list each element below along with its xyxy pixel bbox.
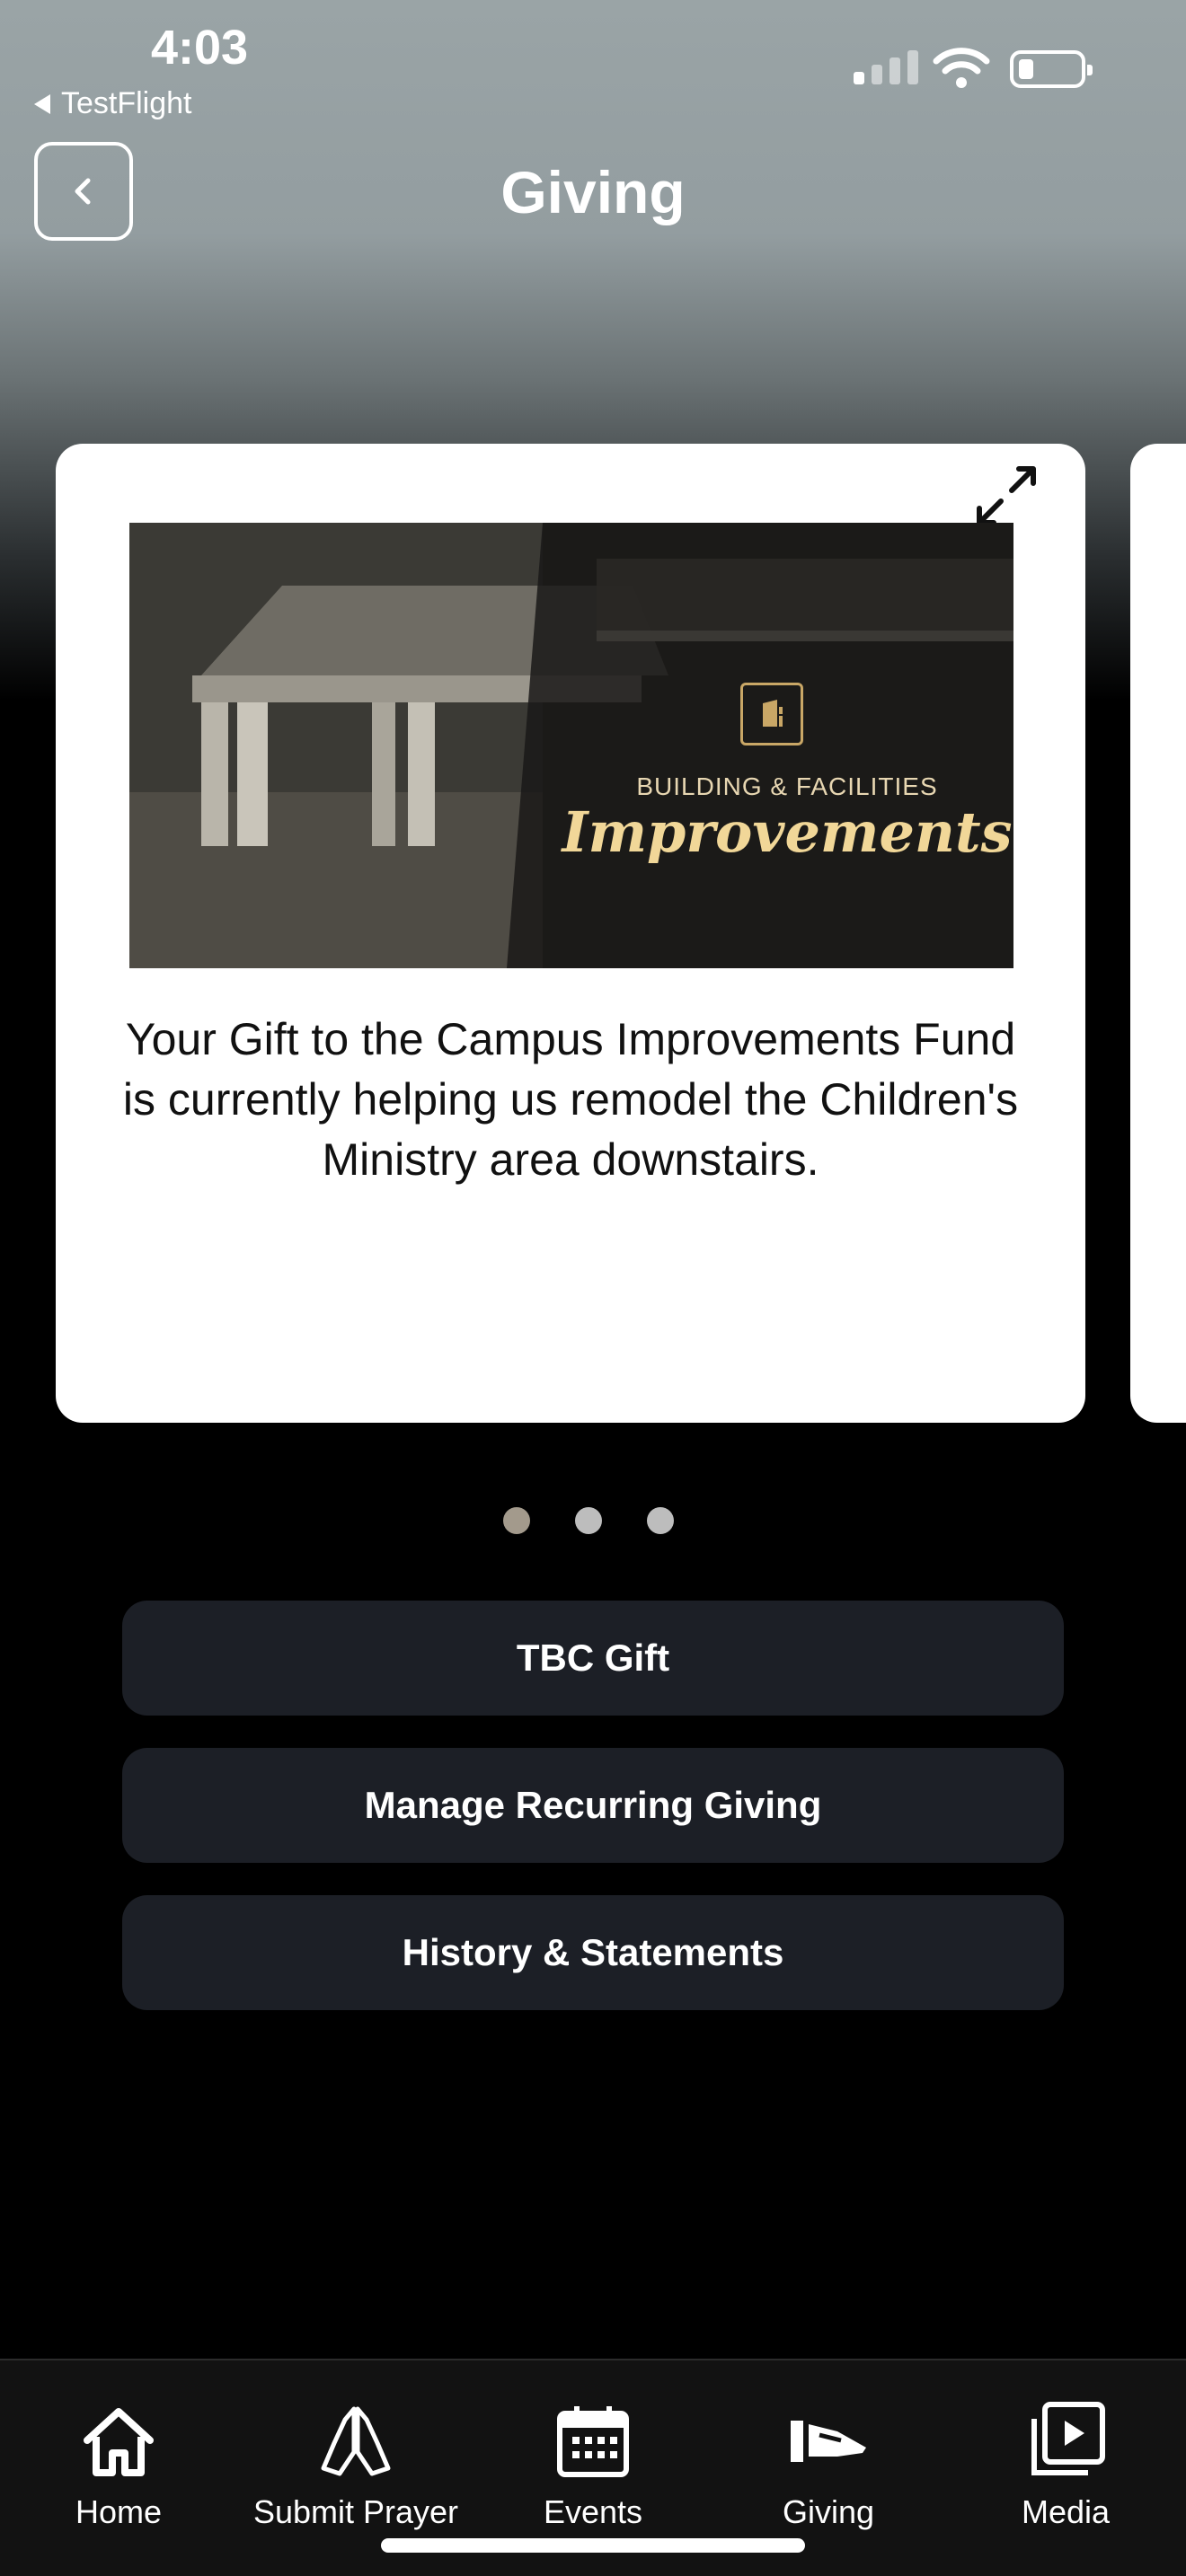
media-play-icon (1031, 2402, 1105, 2475)
page-title: Giving (500, 159, 686, 225)
history-statements-button[interactable]: History & Statements (122, 1895, 1064, 2010)
giving-slide-card[interactable]: BUILDING & FACILITIES Improvements Your … (56, 444, 1085, 1423)
back-to-app-link[interactable]: TestFlight (34, 86, 192, 121)
banner-title: Improvements (562, 799, 1013, 865)
banner-subtitle: BUILDING & FACILITIES (636, 772, 938, 800)
cellular-signal-icon (854, 50, 918, 84)
wifi-icon (933, 48, 990, 88)
back-app-label: TestFlight (61, 86, 192, 120)
tab-events[interactable]: Events (485, 2396, 701, 2531)
tab-submit-prayer[interactable]: Submit Prayer (248, 2396, 464, 2531)
next-slide-card[interactable] (1130, 444, 1186, 1423)
banner-image: BUILDING & FACILITIES Improvements (129, 523, 1013, 968)
tab-giving[interactable]: Giving (721, 2396, 936, 2531)
tbc-gift-button[interactable]: TBC Gift (122, 1601, 1064, 1716)
tab-media[interactable]: Media (958, 2396, 1173, 2531)
tab-label: Events (543, 2493, 643, 2530)
slide-description: Your Gift to the Campus Improvements Fun… (122, 1014, 1019, 1185)
church-logo (740, 683, 803, 745)
building-photo (129, 523, 1013, 968)
back-triangle-icon (34, 93, 50, 114)
calendar-icon (557, 2406, 629, 2477)
tab-home[interactable]: Home (11, 2396, 226, 2531)
tab-label: Home (75, 2493, 163, 2530)
tab-label: Submit Prayer (252, 2493, 459, 2530)
manage-recurring-giving-button[interactable]: Manage Recurring Giving (122, 1748, 1064, 1863)
giving-hand-icon (791, 2421, 866, 2462)
expand-icon[interactable] (970, 460, 1042, 532)
praying-hands-icon (321, 2406, 391, 2476)
status-time: 4:03 (151, 21, 249, 75)
tab-label: Giving (782, 2493, 875, 2530)
home-icon (84, 2408, 154, 2476)
pagination-dot[interactable] (647, 1507, 674, 1534)
battery-icon (1010, 50, 1093, 88)
pagination-dot[interactable] (575, 1507, 602, 1534)
home-indicator[interactable] (381, 2538, 805, 2553)
pagination-dot[interactable] (503, 1507, 530, 1534)
carousel-pagination (503, 1507, 674, 1534)
tab-label: Media (1021, 2493, 1111, 2530)
